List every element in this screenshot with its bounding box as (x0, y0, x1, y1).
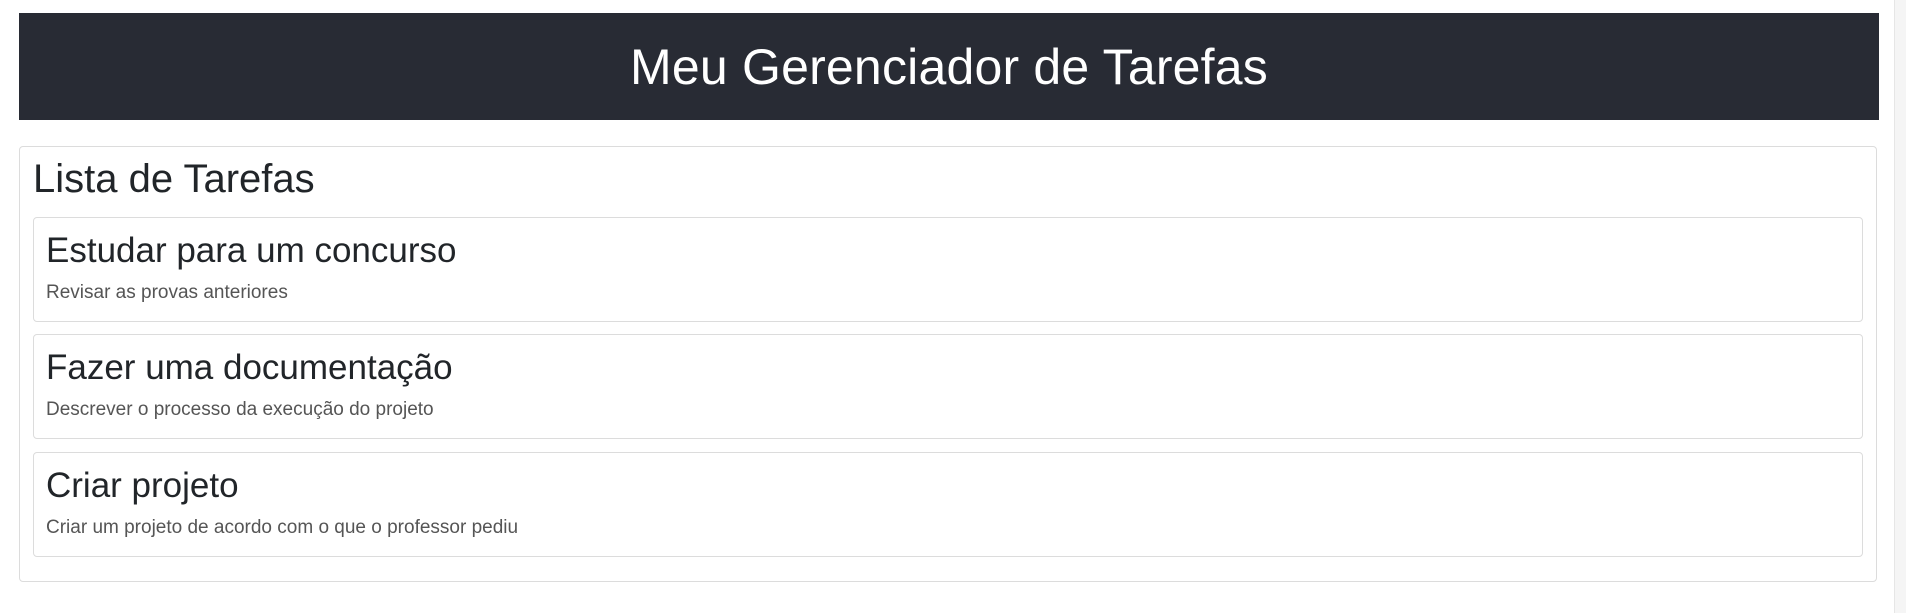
task-description: Revisar as provas anteriores (46, 282, 288, 303)
task-card-criar-projeto[interactable]: Criar projeto Criar um projeto de acordo… (33, 452, 1863, 557)
task-title: Estudar para um concurso (46, 231, 457, 270)
page: Meu Gerenciador de Tarefas Lista de Tare… (0, 0, 1906, 613)
app-header: Meu Gerenciador de Tarefas (19, 13, 1879, 120)
task-card-estudar[interactable]: Estudar para um concurso Revisar as prov… (33, 217, 1863, 322)
task-title: Fazer uma documentação (46, 348, 453, 387)
scrollbar-track[interactable] (1894, 0, 1906, 613)
task-description: Criar um projeto de acordo com o que o p… (46, 517, 519, 538)
task-list-title: Lista de Tarefas (33, 157, 315, 201)
task-card-documentacao[interactable]: Fazer uma documentação Descrever o proce… (33, 334, 1863, 439)
task-list-card: Lista de Tarefas Estudar para um concurs… (19, 146, 1877, 582)
app-title: Meu Gerenciador de Tarefas (630, 38, 1268, 95)
task-title: Criar projeto (46, 466, 239, 505)
task-description: Descrever o processo da execução do proj… (46, 399, 434, 420)
